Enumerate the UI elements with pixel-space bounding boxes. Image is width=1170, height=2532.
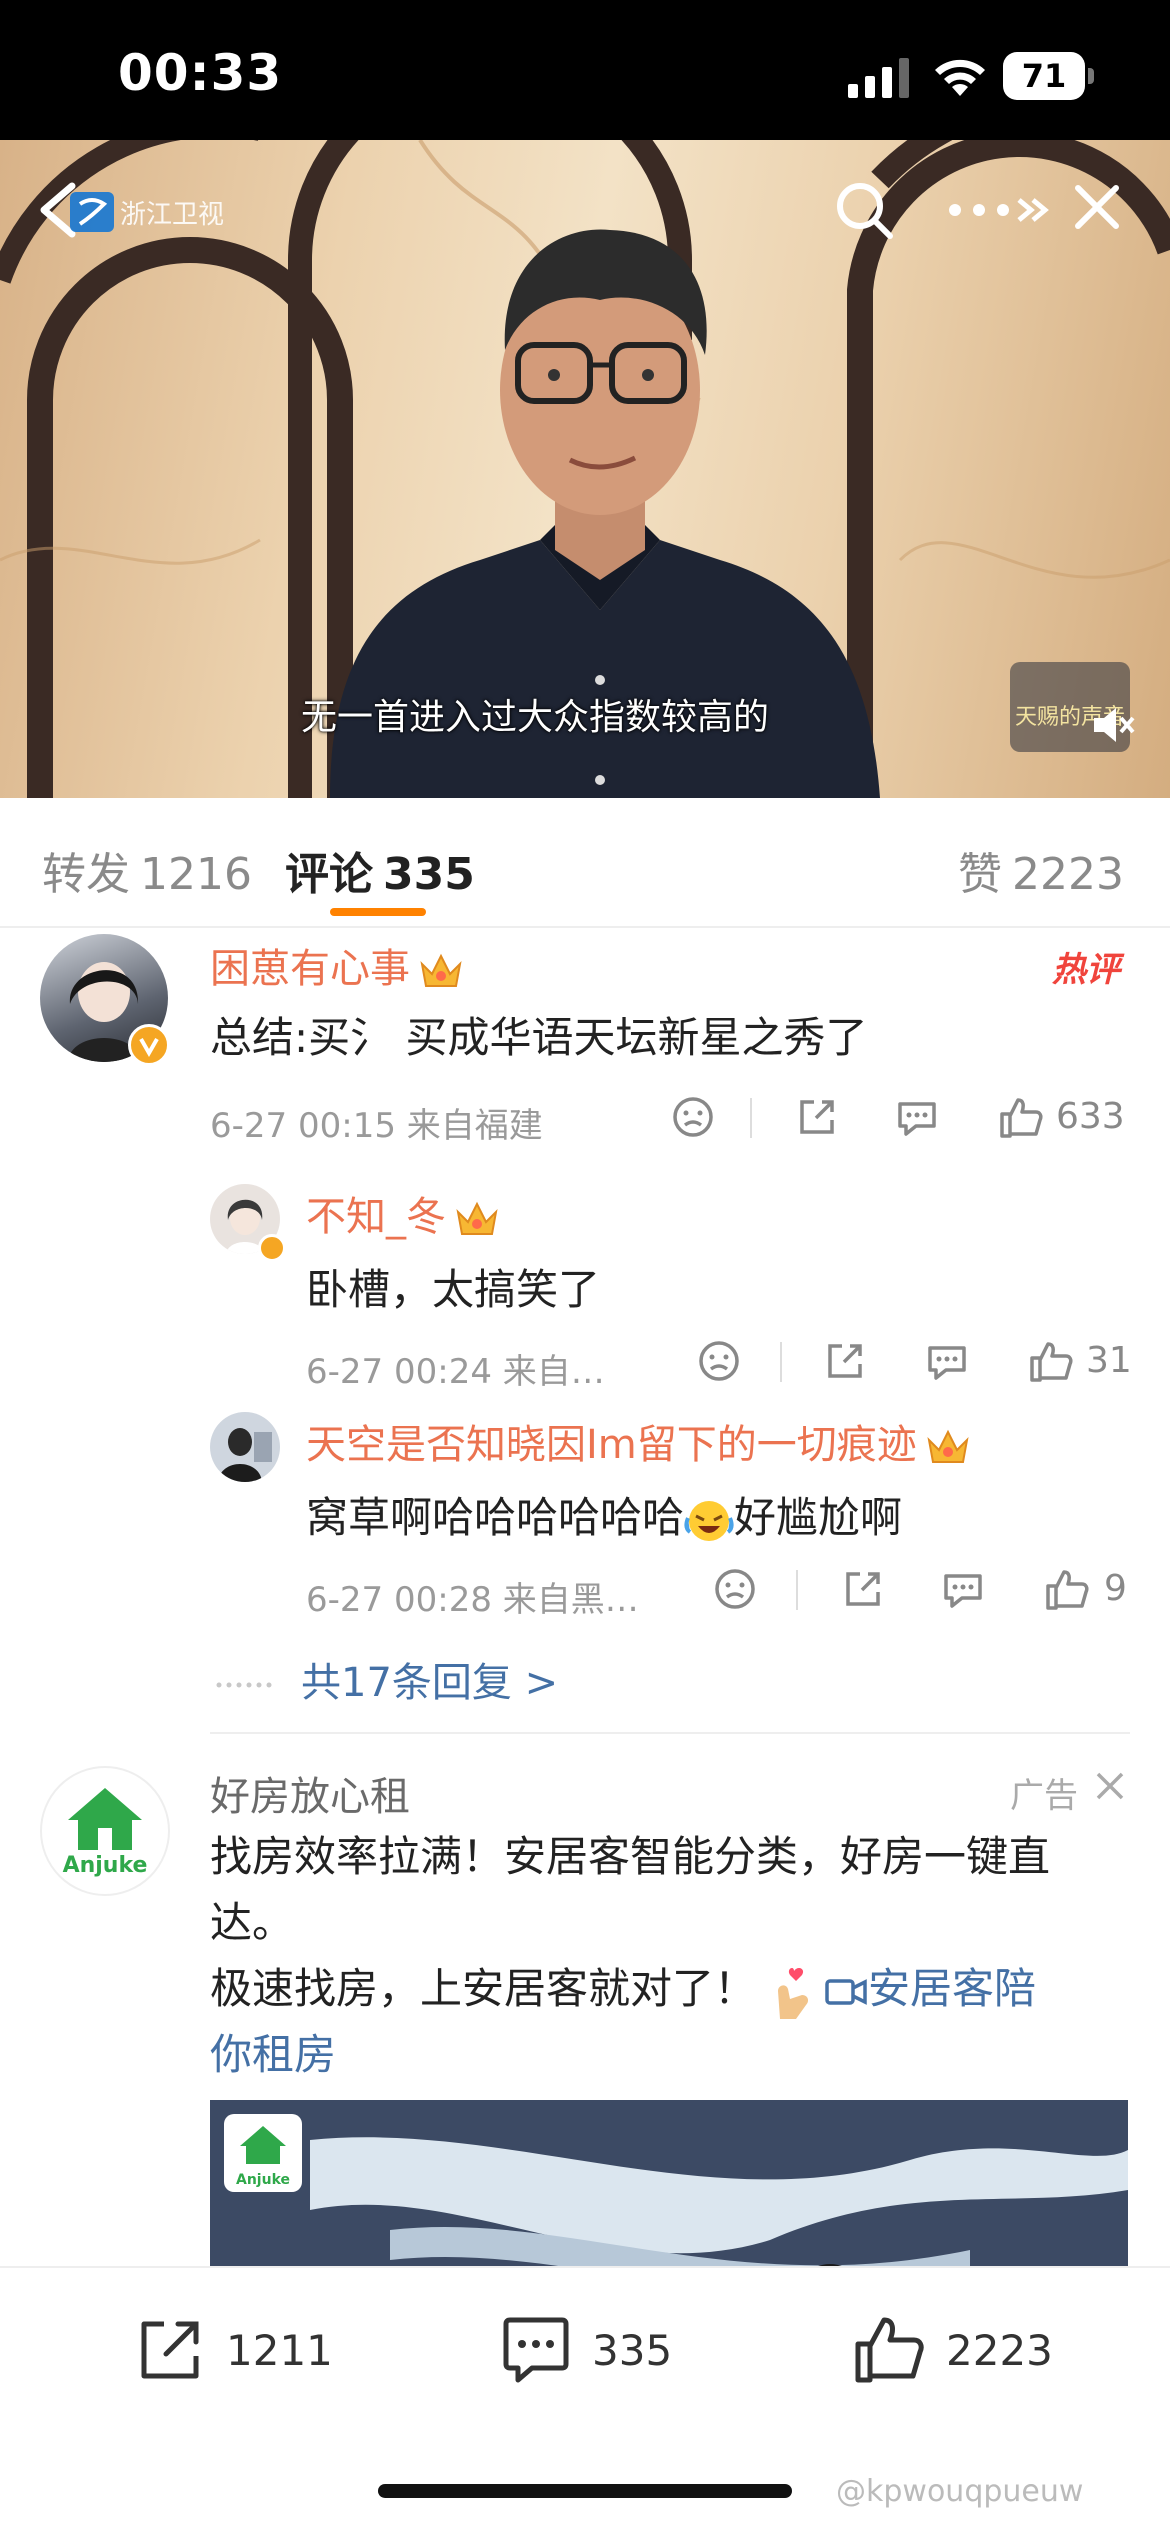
status-bar: 00:33 71 [0, 0, 1170, 140]
ad-text-line: 找房效率拉满！安居客智能分类，好房一键直 [210, 1832, 1051, 1881]
reply-username[interactable]: 天空是否知晓因Im留下的一切痕迹 [306, 1412, 971, 1470]
more-dots-icon [949, 198, 1049, 222]
channel-logo-text: 浙江卫视 [120, 200, 225, 230]
reply-icon[interactable] [938, 1564, 988, 1614]
vip-crown-icon [420, 953, 462, 987]
search-icon[interactable] [832, 178, 896, 242]
reply-text-part1: 窝草啊哈哈哈哈哈哈 [306, 1493, 685, 1542]
like-count: 31 [1086, 1340, 1132, 1381]
tab-active-indicator [330, 908, 426, 916]
reply-username-text: 天空是否知晓因Im留下的一切痕迹 [306, 1422, 917, 1468]
reply-meta: 6-27 00:28 来自黑… [306, 1580, 639, 1620]
wifi-icon [935, 59, 985, 96]
comment-text: 总结:买氵 买成华语天坛新星之秀了 [210, 1013, 868, 1062]
video-player[interactable]: 浙江卫视 无一首进入过大众指数较高的 天赐的声音 [0, 140, 1170, 798]
verified-badge-icon [128, 1024, 170, 1066]
ad-link-text[interactable]: 你租房 [210, 2022, 1110, 2088]
close-icon[interactable] [1092, 1768, 1128, 1804]
video-link-icon [825, 1978, 867, 2005]
reply-text: 卧槽，太搞笑了 [306, 1265, 601, 1314]
like-icon[interactable] [1042, 1564, 1092, 1614]
view-more-replies-text: 共17条回复 > [301, 1660, 559, 1706]
like-button[interactable]: 2223 [850, 2310, 1070, 2390]
divider [210, 1732, 1130, 1734]
comment-username-text: 困葸有心事 [210, 946, 410, 992]
bottom-action-bar: 1211 335 2223 @kpwouqpueuw [0, 2266, 1170, 2532]
ad-text-line: 极速找房，上安居客就对了！ 安居客陪 [210, 1956, 1110, 2022]
tab-likes-label: 赞 [958, 849, 1002, 900]
comment-icon [503, 2317, 569, 2383]
tab-repost[interactable]: 转发 1216 [42, 838, 252, 902]
finger-heart-emoji-icon [778, 1967, 809, 2019]
close-icon[interactable] [1072, 182, 1122, 232]
reply-username[interactable]: 不知_冬 [306, 1184, 500, 1242]
comment-actions: 633 [660, 1092, 1140, 1142]
mute-icon[interactable] [1090, 702, 1136, 748]
comment-count: 335 [592, 2326, 673, 2375]
ad-account-name[interactable]: 好房放心租 [210, 1764, 410, 1822]
repost-count: 1211 [226, 2326, 333, 2375]
video-subtitle: 无一首进入过大众指数较高的 [300, 697, 769, 738]
reply-icon[interactable] [922, 1336, 972, 1386]
repost-icon [141, 2321, 199, 2379]
like-icon[interactable] [996, 1092, 1046, 1142]
hot-comment-badge: 热评 [1052, 950, 1120, 990]
comment-button[interactable]: 335 [496, 2310, 696, 2390]
ad-label: 广告 [1010, 1776, 1078, 1816]
like-count: 9 [1104, 1568, 1127, 1609]
reply-text-part2: 好尴尬啊 [734, 1493, 903, 1542]
like-count: 2223 [946, 2326, 1053, 2375]
vip-crown-icon [456, 1201, 498, 1235]
ad-text-slogan: 极速找房，上安居客就对了！ [210, 1964, 757, 2013]
battery-icon: 71 [1003, 52, 1095, 100]
tab-comments-count: 335 [383, 849, 475, 900]
anjuke-logo-text: Anjuke [63, 1853, 148, 1878]
tab-likes-count: 2223 [1012, 849, 1124, 900]
like-icon [855, 2317, 924, 2383]
reply-meta: 6-27 00:24 来自… [306, 1352, 605, 1392]
vip-crown-icon [927, 1429, 969, 1463]
cellular-signal-icon [848, 58, 909, 98]
reply-actions: 9 [690, 1564, 1140, 1614]
like-count: 633 [1056, 1096, 1125, 1137]
comment-username[interactable]: 困葸有心事 [210, 936, 464, 994]
comment-meta: 6-27 00:15 来自福建 [210, 1106, 543, 1146]
tab-repost-label: 转发 [42, 849, 130, 900]
tab-comments[interactable]: 评论 335 [285, 838, 475, 902]
verified-badge-icon [258, 1234, 286, 1262]
anjuke-logo-icon: Anjuke [63, 1788, 148, 1878]
battery-level: 71 [1003, 52, 1085, 100]
dotted-line-icon [216, 1682, 272, 1688]
dislike-icon[interactable] [694, 1336, 744, 1386]
reply-username-text: 不知_冬 [306, 1194, 446, 1240]
ad-link-text[interactable]: 安居客陪 [868, 1964, 1036, 2013]
watermark: @kpwouqpueuw [836, 2474, 1084, 2509]
reply-text: 窝草啊哈哈哈哈哈哈 好尴尬啊 [306, 1484, 902, 1545]
avatar-image [218, 1428, 272, 1482]
post-tabs: 转发 1216 评论 335 赞 2223 [0, 798, 1170, 928]
like-icon[interactable] [1026, 1336, 1076, 1386]
dislike-icon[interactable] [668, 1092, 718, 1142]
more-options-button[interactable] [945, 190, 1055, 230]
ad-avatar[interactable]: Anjuke [40, 1766, 170, 1896]
view-more-replies-link[interactable]: 共17条回复 > [215, 1650, 558, 1708]
ad-image-logo-text: Anjuke [236, 2172, 290, 2188]
share-icon[interactable] [838, 1564, 888, 1614]
reply-actions: 31 [690, 1336, 1140, 1386]
reply-icon[interactable] [892, 1092, 942, 1142]
laughing-crying-emoji-icon [684, 1500, 734, 1541]
tab-repost-count: 1216 [140, 849, 252, 900]
home-indicator[interactable] [378, 2484, 792, 2498]
share-icon[interactable] [820, 1336, 870, 1386]
avatar[interactable] [210, 1412, 280, 1482]
status-time: 00:33 [118, 44, 283, 102]
repost-button[interactable]: 1211 [130, 2310, 333, 2390]
dislike-icon[interactable] [710, 1564, 760, 1614]
share-icon[interactable] [792, 1092, 842, 1142]
tab-comments-label: 评论 [285, 849, 373, 900]
ad-text-line: 达。 [210, 1898, 295, 1947]
tab-likes[interactable]: 赞 2223 [958, 838, 1124, 902]
